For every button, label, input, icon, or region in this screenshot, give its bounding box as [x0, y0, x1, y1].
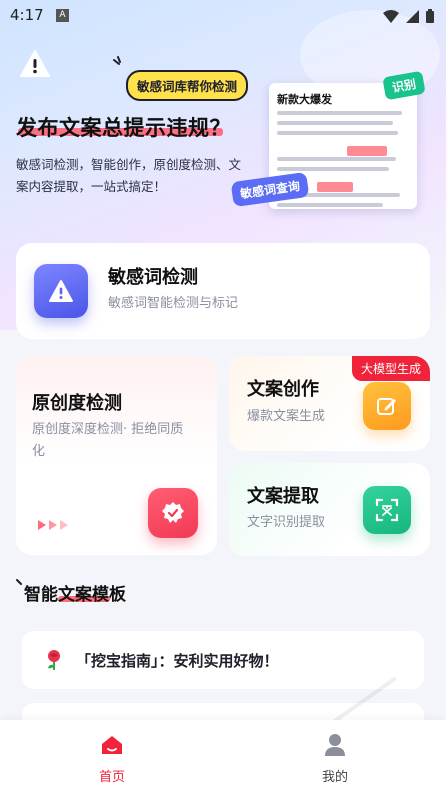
sensitive-card-title: 敏感词检测 [108, 267, 198, 288]
badge-icon [148, 488, 198, 538]
user-icon [295, 730, 375, 760]
template-item[interactable]: 「挖宝指南」：安利实用好物！ [22, 631, 424, 689]
sensitive-card-subtitle: 敏感词智能检测与标记 [108, 296, 239, 311]
copy-extraction-card[interactable]: 文案提取 文字识别提取 [229, 463, 430, 556]
status-icons [383, 8, 434, 27]
nav-profile-label: 我的 [321, 770, 348, 785]
spark-icon [112, 56, 128, 76]
warning-icon [20, 50, 50, 82]
template-text: 「挖宝指南」：安利实用好物！ [76, 652, 279, 670]
status-bar: 4:17 A [0, 0, 446, 30]
copywriting-creation-card[interactable]: 大模型生成 文案创作 爆款文案生成 [229, 356, 430, 451]
originality-detection-card[interactable]: 原创度检测 原创度深度检测· 拒绝同质化 [16, 356, 217, 555]
battery-icon [426, 8, 434, 27]
bottom-navigation: 首页 我的 [0, 720, 446, 792]
llm-generation-badge: 大模型生成 [351, 356, 430, 381]
status-time: 4:17 [10, 6, 44, 24]
nav-home-label: 首页 [98, 770, 125, 785]
home-icon [72, 730, 152, 760]
arrows-icon [38, 520, 68, 530]
app-notification-icon: A [56, 9, 69, 22]
extract-card-subtitle: 文字识别提取 [247, 515, 326, 530]
sensitive-warning-icon [34, 264, 88, 318]
create-card-subtitle: 爆款文案生成 [247, 409, 326, 424]
section-title: 智能文案模板 [24, 585, 126, 605]
nav-profile[interactable]: 我的 [295, 730, 375, 785]
hero-title: 发布文案总提示违规？ [16, 116, 231, 140]
wifi-icon [383, 8, 399, 27]
create-card-title: 文案创作 [247, 379, 319, 400]
original-card-title: 原创度检测 [32, 393, 122, 414]
nav-home[interactable]: 首页 [72, 730, 152, 785]
edit-icon [363, 382, 411, 430]
hero-description: 敏感词检测，智能创作，原创度检测、文案内容提取，一站式搞定！ [16, 157, 242, 194]
hero-bubble: 敏感词库帮你检测 [126, 70, 249, 101]
rose-icon [44, 649, 64, 675]
sensitive-word-detection-card[interactable]: 敏感词检测 敏感词智能检测与标记 [16, 243, 430, 339]
text-scan-icon [363, 486, 411, 534]
original-card-subtitle: 原创度深度检测· 拒绝同质化 [32, 422, 184, 459]
signal-icon [406, 8, 419, 27]
extract-card-title: 文案提取 [247, 486, 319, 507]
